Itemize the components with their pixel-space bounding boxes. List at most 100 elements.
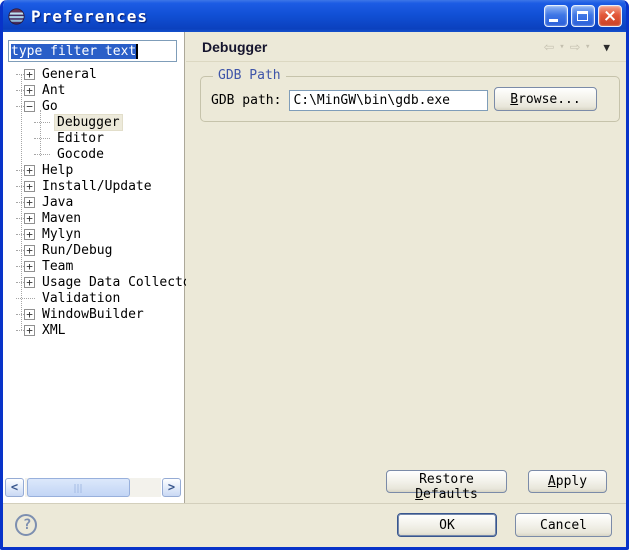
tree-item-label: Ant [39,83,68,98]
tree-item-ant[interactable]: + Ant [3,82,183,98]
tree-item-label: Java [39,195,76,210]
tree-item-label: Install/Update [39,179,155,194]
tree-item-usage-data-collector[interactable]: +Usage Data Collector [3,274,183,290]
maximize-button[interactable] [571,5,595,27]
tree-item-install-update[interactable]: + Install/Update [3,178,183,194]
tree-connector-line [16,330,24,331]
tree-item-debugger[interactable]: Debugger [3,114,183,130]
tree-item-label: Gocode [54,147,107,162]
preferences-dialog: Preferences type filter text +General+An… [0,0,629,550]
tree-item-team[interactable]: + Team [3,258,183,274]
tree-connector-line [34,138,50,139]
scroll-left-icon: < [11,480,18,494]
text-caret [136,44,138,59]
tree-item-windowbuilder[interactable]: + WindowBuilder [3,306,183,322]
horizontal-scrollbar[interactable]: < > [5,478,181,497]
back-dropdown-icon[interactable]: ▾ [559,42,564,52]
help-button[interactable]: ? [15,514,37,536]
plus-expander-icon[interactable]: + [24,69,35,80]
tree-item-label: Go [39,99,61,114]
tree-item-gocode[interactable]: Gocode [3,146,183,162]
scrollbar-track[interactable] [25,478,161,497]
scroll-right-icon: > [168,480,175,494]
tree-connector-line [34,122,50,123]
tree-connector-line [16,266,24,267]
apply-button[interactable]: Apply [528,470,607,493]
tree-item-validation[interactable]: Validation [3,290,183,306]
plus-expander-icon[interactable]: + [24,229,35,240]
plus-expander-icon[interactable]: + [24,197,35,208]
tree-connector-line [16,90,24,91]
tree-connector-line [16,74,24,75]
tree-connector-line [16,170,24,171]
help-icon: ? [23,517,31,533]
scroll-right-button[interactable]: > [162,478,181,497]
plus-expander-icon[interactable]: + [24,309,35,320]
tree-connector-line [16,202,24,203]
tree-connector-line [16,314,24,315]
forward-arrow-icon[interactable]: ⇨ [570,39,580,56]
tree-connector-line [16,250,24,251]
plus-expander-icon[interactable]: + [24,277,35,288]
tree-connector-line [16,186,24,187]
tree-connector-line [16,298,35,299]
scrollbar-thumb[interactable] [27,478,130,497]
tree-item-mylyn[interactable]: +Mylyn [3,226,183,242]
close-button[interactable] [598,5,622,27]
restore-defaults-button[interactable]: Restore Defaults [386,470,507,493]
minimize-button[interactable] [544,5,568,27]
plus-expander-icon[interactable]: + [24,165,35,176]
preferences-sidebar: type filter text +General+Ant−GoDebugger… [3,32,185,503]
tree-item-run-debug[interactable]: + Run/Debug [3,242,183,258]
scroll-left-button[interactable]: < [5,478,24,497]
tree-item-go[interactable]: −Go [3,98,183,114]
tree-item-label: Editor [54,131,107,146]
tree-item-label: WindowBuilder [39,307,147,322]
tree-item-help[interactable]: + Help [3,162,183,178]
tree-item-editor[interactable]: Editor [3,130,183,146]
dialog-button-bar: ? OK Cancel [3,503,626,547]
gdb-path-label: GDB path: [211,93,281,108]
cancel-button[interactable]: Cancel [515,513,612,537]
tree-connector-line [16,282,24,283]
window-title: Preferences [31,7,148,26]
ok-button[interactable]: OK [397,513,497,537]
tree-item-label: Team [39,259,76,274]
tree-item-maven[interactable]: + Maven [3,210,183,226]
gdb-path-group: GDB Path GDB path: Browse... [200,76,620,122]
tree-item-label: Maven [39,211,84,226]
view-menu-icon[interactable]: ▼ [603,41,610,54]
preferences-main-panel: Debugger ⇦ ▾ ⇨ ▾ ▼ GDB Path GDB path: Br… [186,32,626,503]
tree-connector-line [16,234,24,235]
plus-expander-icon[interactable]: + [24,213,35,224]
browse-button[interactable]: Browse... [494,87,597,111]
plus-expander-icon[interactable]: + [24,181,35,192]
filter-input[interactable]: type filter text [8,40,177,62]
gdb-path-input[interactable] [289,90,488,111]
tree-connector-line [16,218,24,219]
plus-expander-icon[interactable]: + [24,85,35,96]
plus-expander-icon[interactable]: + [24,261,35,272]
group-title: GDB Path [213,68,286,83]
page-header: Debugger ⇦ ▾ ⇨ ▾ ▼ [186,32,626,62]
filter-text-selected: type filter text [11,44,136,59]
tree-item-label: Help [39,163,76,178]
tree-item-xml[interactable]: +XML [3,322,183,338]
minimize-icon [549,19,558,22]
plus-expander-icon[interactable]: + [24,245,35,256]
tree-item-general[interactable]: +General [3,66,183,82]
forward-dropdown-icon[interactable]: ▾ [585,42,590,52]
back-arrow-icon[interactable]: ⇦ [544,39,554,56]
maximize-icon [577,11,588,21]
page-title: Debugger [202,39,267,55]
tree-item-label: Validation [39,291,123,306]
tree-item-label: Debugger [54,114,123,131]
tree-item-label: Usage Data Collector [39,275,202,290]
eclipse-app-icon [8,8,25,25]
plus-expander-icon[interactable]: + [24,325,35,336]
tree-item-java[interactable]: + Java [3,194,183,210]
title-bar[interactable]: Preferences [0,0,629,32]
preferences-tree: +General+Ant−GoDebuggerEditorGocode+Help… [3,66,183,338]
tree-item-label: Run/Debug [39,243,115,258]
minus-expander-icon[interactable]: − [24,101,35,112]
